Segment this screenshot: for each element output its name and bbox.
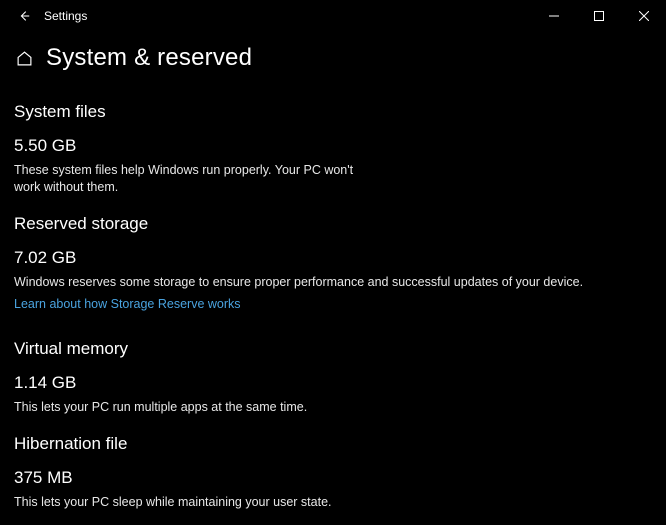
system-files-desc: These system files help Windows run prop…	[14, 162, 374, 196]
arrow-left-icon	[17, 9, 31, 23]
content: System files 5.50 GB These system files …	[0, 80, 666, 524]
system-files-heading: System files	[14, 102, 652, 122]
section-system-files: System files 5.50 GB These system files …	[14, 102, 652, 196]
hibernation-file-desc: This lets your PC sleep while maintainin…	[14, 494, 634, 511]
maximize-icon	[594, 11, 604, 21]
close-button[interactable]	[621, 0, 666, 32]
window-controls	[531, 0, 666, 32]
virtual-memory-heading: Virtual memory	[14, 339, 652, 359]
maximize-button[interactable]	[576, 0, 621, 32]
titlebar: Settings	[0, 0, 666, 32]
close-icon	[639, 11, 649, 21]
page-header: System & reserved	[0, 32, 666, 80]
reserved-storage-desc: Windows reserves some storage to ensure …	[14, 274, 634, 291]
section-virtual-memory: Virtual memory 1.14 GB This lets your PC…	[14, 339, 652, 416]
back-button[interactable]	[8, 0, 40, 32]
reserved-storage-value: 7.02 GB	[14, 248, 652, 268]
section-hibernation-file: Hibernation file 375 MB This lets your P…	[14, 434, 652, 511]
hibernation-file-heading: Hibernation file	[14, 434, 652, 454]
home-icon	[16, 50, 33, 67]
app-title: Settings	[44, 9, 87, 23]
hibernation-file-value: 375 MB	[14, 468, 652, 488]
reserved-storage-heading: Reserved storage	[14, 214, 652, 234]
minimize-icon	[549, 11, 559, 21]
virtual-memory-desc: This lets your PC run multiple apps at t…	[14, 399, 634, 416]
section-reserved-storage: Reserved storage 7.02 GB Windows reserve…	[14, 214, 652, 311]
virtual-memory-value: 1.14 GB	[14, 373, 652, 393]
page-title: System & reserved	[46, 44, 252, 72]
system-files-value: 5.50 GB	[14, 136, 652, 156]
home-button[interactable]	[14, 50, 34, 67]
minimize-button[interactable]	[531, 0, 576, 32]
reserved-storage-link[interactable]: Learn about how Storage Reserve works	[14, 297, 241, 311]
